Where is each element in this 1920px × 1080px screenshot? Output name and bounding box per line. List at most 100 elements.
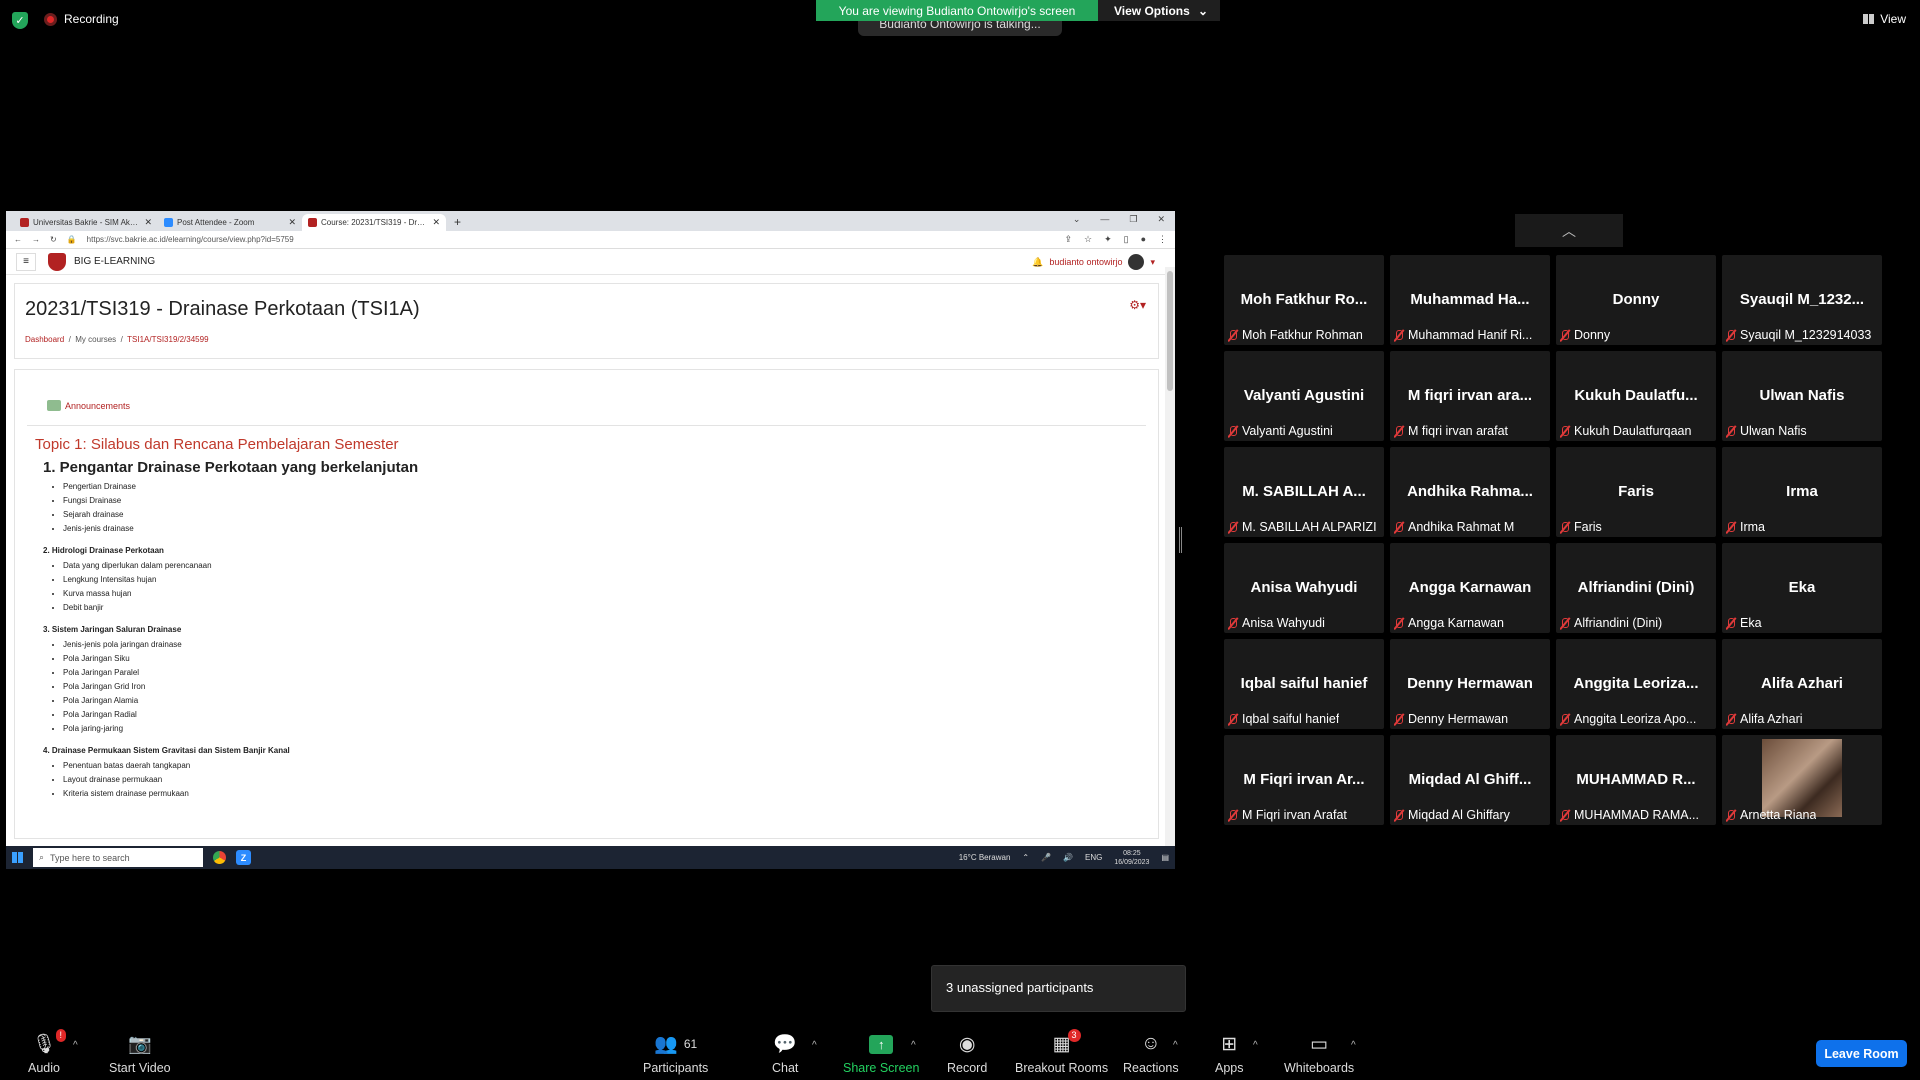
- browser-tab-active[interactable]: Course: 20231/TSI319 - Drainase ✕: [302, 214, 446, 231]
- participant-tile[interactable]: Denny Hermawan Denny Hermawan: [1390, 639, 1550, 729]
- record-button[interactable]: ◉ Record: [947, 1032, 987, 1076]
- avatar[interactable]: [1128, 254, 1145, 270]
- user-menu[interactable]: 🔔 budianto ontowirjo ▾: [1032, 254, 1155, 270]
- close-icon[interactable]: ✕: [288, 217, 296, 228]
- participant-display-name: Kukuh Daulatfu...: [1574, 387, 1698, 404]
- close-icon[interactable]: ✕: [1157, 214, 1165, 225]
- reload-icon[interactable]: ↻: [50, 235, 57, 244]
- participant-name: Angga Karnawan: [1408, 616, 1504, 630]
- mic-muted-icon: [1726, 617, 1735, 630]
- notifications-icon[interactable]: ▤: [1161, 853, 1169, 862]
- clock[interactable]: 08:25 16/09/2023: [1114, 849, 1149, 867]
- start-video-button[interactable]: 📷 Start Video: [109, 1032, 171, 1075]
- view-button[interactable]: View: [1863, 12, 1906, 26]
- participant-tile[interactable]: Miqdad Al Ghiff... Miqdad Al Ghiffary: [1390, 735, 1550, 825]
- list-item: Fungsi Drainase: [63, 494, 1146, 508]
- reactions-caret-icon[interactable]: ^: [1173, 1040, 1178, 1051]
- reactions-button[interactable]: ☺ Reactions: [1123, 1032, 1179, 1075]
- collapse-gallery-button[interactable]: ︿: [1515, 214, 1623, 247]
- user-name[interactable]: budianto ontowirjo: [1049, 257, 1122, 267]
- chevron-down-icon[interactable]: ⌄: [1073, 214, 1081, 225]
- mic-tray-icon[interactable]: 🎤: [1041, 853, 1051, 862]
- new-tab-icon[interactable]: +: [454, 215, 461, 231]
- windows-start-icon[interactable]: [12, 852, 23, 863]
- gear-icon[interactable]: ⚙▾: [1129, 298, 1146, 312]
- participant-tile[interactable]: Iqbal saiful hanief Iqbal saiful hanief: [1224, 639, 1384, 729]
- close-icon[interactable]: ✕: [144, 217, 152, 228]
- breadcrumb-dashboard[interactable]: Dashboard: [25, 335, 64, 344]
- more-icon[interactable]: ⋮: [1158, 234, 1167, 245]
- participant-display-name: Alifa Azhari: [1761, 675, 1843, 692]
- list-item: Pola Jaringan Paralel: [63, 666, 1146, 680]
- participant-tile[interactable]: Valyanti Agustini Valyanti Agustini: [1224, 351, 1384, 441]
- browser-tab[interactable]: Universitas Bakrie - SIM Akademik ✕: [14, 214, 158, 231]
- participant-tile[interactable]: Kukuh Daulatfu... Kukuh Daulatfurqaan: [1556, 351, 1716, 441]
- participant-tile[interactable]: Angga Karnawan Angga Karnawan: [1390, 543, 1550, 633]
- share-options-caret-icon[interactable]: ^: [911, 1040, 916, 1051]
- breadcrumb-course[interactable]: TSI1A/TSI319/2/34599: [127, 335, 208, 344]
- chat-options-caret-icon[interactable]: ^: [812, 1040, 817, 1051]
- url-field[interactable]: https://svc.bakrie.ac.id/elearning/cours…: [87, 235, 1055, 244]
- participant-tile[interactable]: M. SABILLAH A... M. SABILLAH ALPARIZI: [1224, 447, 1384, 537]
- forward-icon[interactable]: →: [32, 235, 40, 244]
- sidebar-icon[interactable]: ▯: [1124, 234, 1129, 245]
- apps-button[interactable]: ⊞ Apps: [1215, 1032, 1244, 1076]
- security-shield-icon[interactable]: ✓: [12, 12, 28, 29]
- zoom-app-icon[interactable]: Z: [236, 850, 251, 865]
- participant-tile[interactable]: MUHAMMAD R... MUHAMMAD RAMA...: [1556, 735, 1716, 825]
- participant-tile[interactable]: Anggita Leoriza... Anggita Leoriza Apo...: [1556, 639, 1716, 729]
- participant-tile[interactable]: Alifa Azhari Alifa Azhari: [1722, 639, 1882, 729]
- audio-options-caret-icon[interactable]: ^: [73, 1040, 78, 1051]
- share-screen-button[interactable]: ↑ Share Screen: [843, 1032, 919, 1075]
- whiteboards-button[interactable]: ▭ Whiteboards: [1284, 1032, 1354, 1076]
- profile-icon[interactable]: ●: [1141, 234, 1146, 245]
- participant-tile[interactable]: Muhammad Ha... Muhammad Hanif Ri...: [1390, 255, 1550, 345]
- restore-icon[interactable]: ❐: [1129, 214, 1137, 225]
- leave-room-button[interactable]: Leave Room: [1816, 1040, 1907, 1067]
- apps-caret-icon[interactable]: ^: [1253, 1040, 1258, 1051]
- participant-tile[interactable]: Moh Fatkhur Ro... Moh Fatkhur Rohman: [1224, 255, 1384, 345]
- breadcrumb-my-courses[interactable]: My courses: [75, 335, 116, 344]
- participant-tile[interactable]: Ulwan Nafis Ulwan Nafis: [1722, 351, 1882, 441]
- participant-tile[interactable]: Eka Eka: [1722, 543, 1882, 633]
- star-icon[interactable]: ☆: [1084, 234, 1092, 245]
- lang-label[interactable]: ENG: [1085, 853, 1102, 862]
- back-icon[interactable]: ←: [14, 235, 22, 244]
- participant-tile[interactable]: Andhika Rahma... Andhika Rahmat M: [1390, 447, 1550, 537]
- participant-tile[interactable]: M Fiqri irvan Ar... M Fiqri irvan Arafat: [1224, 735, 1384, 825]
- minimize-icon[interactable]: —: [1100, 214, 1109, 225]
- weather-label[interactable]: 16°C Berawan: [959, 853, 1011, 862]
- unassigned-participants-tooltip[interactable]: 3 unassigned participants: [931, 965, 1186, 1012]
- participant-tile[interactable]: Faris Faris: [1556, 447, 1716, 537]
- tray-arrow-icon[interactable]: ⌃: [1022, 853, 1029, 862]
- chat-button[interactable]: 💬 Chat: [772, 1032, 798, 1075]
- site-name[interactable]: BIG E-LEARNING: [74, 256, 155, 267]
- extensions-icon[interactable]: ✦: [1104, 234, 1112, 245]
- menu-icon[interactable]: ≡: [16, 252, 36, 271]
- audio-button[interactable]: 🎙! Audio: [28, 1029, 67, 1075]
- participant-tile[interactable]: M fiqri irvan ara... M fiqri irvan arafat: [1390, 351, 1550, 441]
- announcements-link[interactable]: Announcements: [47, 400, 1146, 411]
- share-icon[interactable]: ⇪: [1064, 234, 1072, 245]
- participant-tile[interactable]: Donny Donny: [1556, 255, 1716, 345]
- close-icon[interactable]: ✕: [432, 217, 440, 228]
- participant-tile[interactable]: Syauqil M_1232... Syauqil M_1232914033: [1722, 255, 1882, 345]
- resize-handle[interactable]: [1179, 527, 1182, 553]
- chrome-icon[interactable]: [213, 851, 226, 864]
- scrollbar-thumb[interactable]: [1167, 271, 1173, 391]
- whiteboards-caret-icon[interactable]: ^: [1351, 1040, 1356, 1051]
- taskbar-search[interactable]: ⌕ Type here to search: [33, 848, 203, 867]
- bell-icon[interactable]: 🔔: [1032, 257, 1043, 268]
- speaker-icon[interactable]: 🔊: [1063, 853, 1073, 862]
- forum-icon: [47, 400, 61, 411]
- participant-tile[interactable]: Alfriandini (Dini) Alfriandini (Dini): [1556, 543, 1716, 633]
- participant-tile[interactable]: Irma Irma: [1722, 447, 1882, 537]
- audio-label: Audio: [28, 1061, 60, 1075]
- recording-indicator[interactable]: Recording: [44, 12, 119, 26]
- view-options-button[interactable]: View Options ⌄: [1098, 0, 1220, 21]
- participants-button[interactable]: 👥 61 Participants: [643, 1032, 708, 1075]
- browser-tab[interactable]: Post Attendee - Zoom ✕: [158, 214, 302, 231]
- breakout-rooms-button[interactable]: ▦ 3 Breakout Rooms: [1015, 1029, 1108, 1075]
- participant-tile[interactable]: Anisa Wahyudi Anisa Wahyudi: [1224, 543, 1384, 633]
- participant-tile[interactable]: Arnetta Riana: [1722, 735, 1882, 825]
